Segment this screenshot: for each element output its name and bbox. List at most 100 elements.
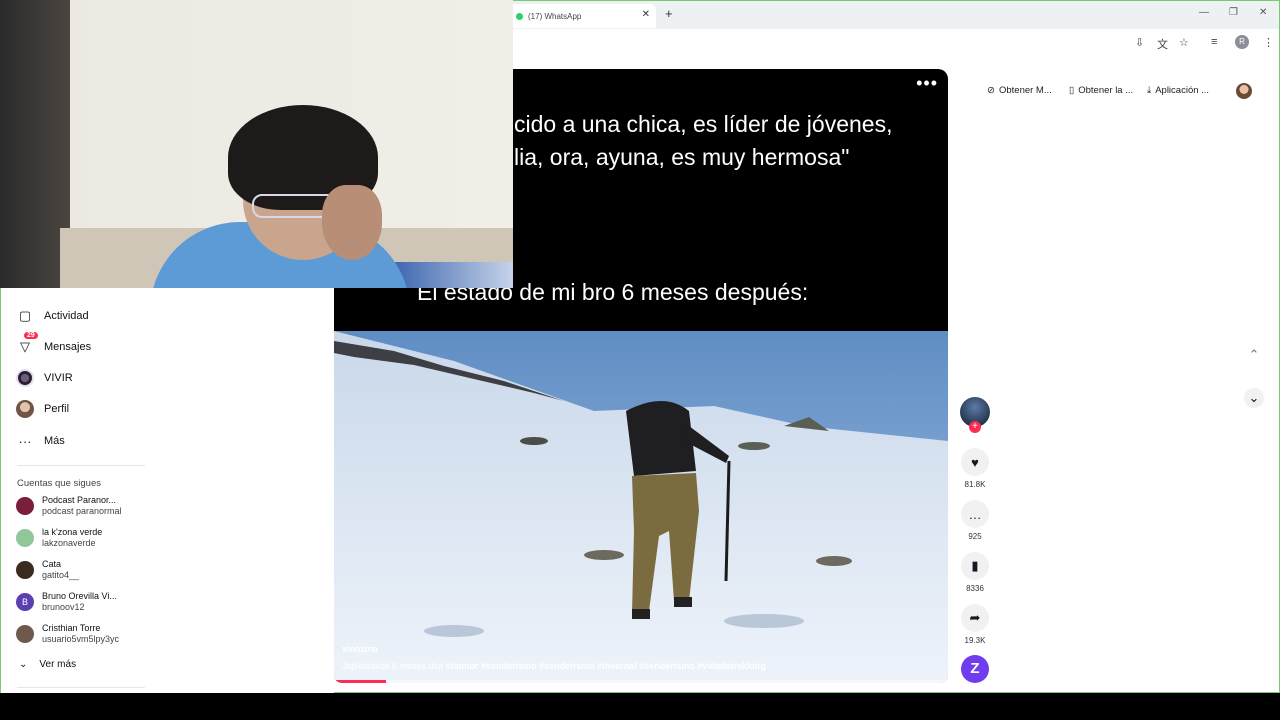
live-avatar: [16, 369, 34, 387]
following-item[interactable]: Podcast Paranor... podcast paranormal: [16, 495, 122, 517]
see-more-label: Ver más: [39, 659, 77, 670]
sidebar-item-label: Perfil: [44, 403, 70, 415]
header-link-label: Obtener la ...: [1078, 85, 1134, 96]
get-app-link[interactable]: ▯ Obtener la ...: [1069, 85, 1133, 96]
sidebar-item-perfil[interactable]: Perfil: [16, 400, 69, 418]
creator-avatar-button[interactable]: +: [957, 397, 993, 433]
star-icon[interactable]: ☆: [1179, 36, 1189, 49]
account-avatar: [16, 561, 34, 579]
sidebar-item-actividad[interactable]: ▢ Actividad: [16, 307, 89, 325]
hashtag[interactable]: #senderismo: [481, 661, 537, 671]
previous-video-arrow-icon[interactable]: ⌃: [1244, 345, 1264, 365]
new-tab-button[interactable]: +: [665, 6, 673, 21]
install-icon[interactable]: ⇩: [1135, 36, 1144, 49]
profile-avatar[interactable]: R: [1235, 35, 1249, 49]
whatsapp-icon: [516, 12, 523, 20]
more-options-icon[interactable]: •••: [916, 73, 938, 94]
following-item[interactable]: B Bruno Orevilla Vi... brunoov12: [16, 591, 117, 613]
next-video-arrow-icon[interactable]: ⌄: [1244, 388, 1264, 408]
hashtag[interactable]: #senderismo: [639, 661, 695, 671]
chevron-down-icon: ⌄: [19, 659, 28, 670]
download-icon: ⤓: [1147, 85, 1152, 96]
brand-button[interactable]: Z: [957, 655, 993, 683]
account-name: Bruno Orevilla Vi...: [42, 591, 117, 601]
tab-whatsapp[interactable]: (17) WhatsApp ✕: [506, 4, 656, 28]
divider: [17, 465, 145, 466]
following-item[interactable]: Cristhian Torre usuario5vm5lpy3yc: [16, 623, 119, 645]
sidebar-item-label: Actividad: [44, 310, 89, 322]
tab-title: (17) WhatsApp: [528, 11, 582, 21]
like-action[interactable]: ♥ 81.8K: [957, 448, 993, 489]
following-title: Cuentas que sigues: [17, 478, 101, 489]
desktop-app-link[interactable]: ⤓ Aplicación ...: [1147, 85, 1209, 96]
sidebar-item-label: Más: [44, 435, 65, 447]
get-mobile-link[interactable]: ⊘ Obtener M...: [987, 85, 1052, 96]
activity-icon: ▢: [18, 308, 32, 323]
like-count: 81.8K: [964, 480, 986, 489]
video-description: Jajsksksksk 6 meses dsp #humor #senderis…: [342, 661, 766, 671]
hashtag[interactable]: #humor: [446, 661, 479, 671]
account-avatar: B: [16, 593, 34, 611]
description-text: Jajsksksksk 6 meses dsp: [342, 661, 444, 671]
video-frame-snow-hiker: [334, 331, 948, 683]
account-avatar: [16, 529, 34, 547]
maximize-button[interactable]: ❐: [1229, 7, 1238, 18]
close-window-button[interactable]: ✕: [1259, 7, 1267, 18]
messages-glyph: ▽: [20, 339, 30, 354]
save-count: 8336: [966, 584, 984, 593]
bookmark-icon: ▮: [961, 552, 989, 580]
sidebar-item-label: Mensajes: [44, 341, 92, 353]
hashtag[interactable]: #senderismo: [539, 661, 595, 671]
account-username: usuario5vm5lpy3yc: [42, 634, 120, 644]
sidebar-item-mas[interactable]: ··· Más: [16, 432, 65, 450]
account-avatar: [16, 497, 34, 515]
follow-plus-icon[interactable]: +: [969, 421, 981, 433]
screen-bottom-bar: [0, 693, 1280, 720]
account-avatar: [16, 625, 34, 643]
share-action[interactable]: ➦ 19.3K: [957, 604, 993, 645]
account-name: Podcast Paranor...: [42, 495, 117, 505]
compass-icon: ⊘: [987, 85, 995, 96]
video-author[interactable]: xinozina: [342, 644, 378, 654]
translate-icon[interactable]: 文: [1157, 36, 1168, 52]
hashtag[interactable]: #vidadetrekking: [697, 661, 766, 671]
account-name: Cristhian Torre: [42, 623, 101, 633]
following-item[interactable]: Cata gatito4__: [16, 559, 79, 581]
comment-icon: …: [961, 500, 989, 528]
profile-avatar-wrap: [16, 400, 34, 418]
webcam-person-hand: [322, 185, 382, 260]
header-link-label: Obtener M...: [998, 85, 1052, 96]
menu-dots-icon[interactable]: ⋮: [1263, 36, 1274, 49]
video-progress-track[interactable]: [334, 680, 948, 683]
video-caption-line-1: cido a una chica, es líder de jóvenes,: [514, 111, 893, 137]
see-more-button[interactable]: ⌄ Ver más: [19, 659, 76, 670]
reading-list-icon[interactable]: ≡: [1211, 36, 1217, 48]
save-action[interactable]: ▮ 8336: [957, 552, 993, 593]
close-tab-icon[interactable]: ✕: [642, 9, 650, 20]
account-name: Cata: [42, 559, 62, 569]
webcam-overlay: [0, 0, 513, 288]
live-avatar-wrap: [16, 369, 34, 387]
unread-badge: 29: [24, 332, 38, 339]
following-item[interactable]: la k'zona verde lakzonaverde: [16, 527, 102, 549]
minimize-button[interactable]: —: [1199, 7, 1209, 18]
phone-icon: ▯: [1069, 85, 1075, 96]
comment-count: 925: [968, 532, 982, 541]
video-caption-line-2: lia, ora, ayuna, es muy hermosa": [514, 144, 850, 170]
share-count: 19.3K: [964, 636, 986, 645]
sidebar: ▢ Actividad ▽ 29 Mensajes VIVIR Perfil ·…: [1, 289, 334, 694]
sidebar-item-vivir[interactable]: VIVIR: [16, 369, 73, 387]
more-icon: ···: [18, 433, 32, 449]
hashtag[interactable]: #invernal: [597, 661, 637, 671]
account-username: gatito4__: [42, 570, 80, 580]
video-progress-fill: [334, 680, 387, 683]
messages-icon: ▽ 29: [16, 332, 38, 356]
heart-icon: ♥: [961, 448, 989, 476]
account-username: brunoov12: [42, 602, 85, 612]
creator-avatar: +: [960, 397, 990, 433]
sidebar-item-mensajes[interactable]: ▽ 29 Mensajes: [16, 332, 92, 356]
profile-avatar: [16, 400, 34, 418]
user-avatar[interactable]: [1236, 83, 1252, 99]
account-username: lakzonaverde: [42, 538, 96, 548]
comment-action[interactable]: … 925: [957, 500, 993, 541]
